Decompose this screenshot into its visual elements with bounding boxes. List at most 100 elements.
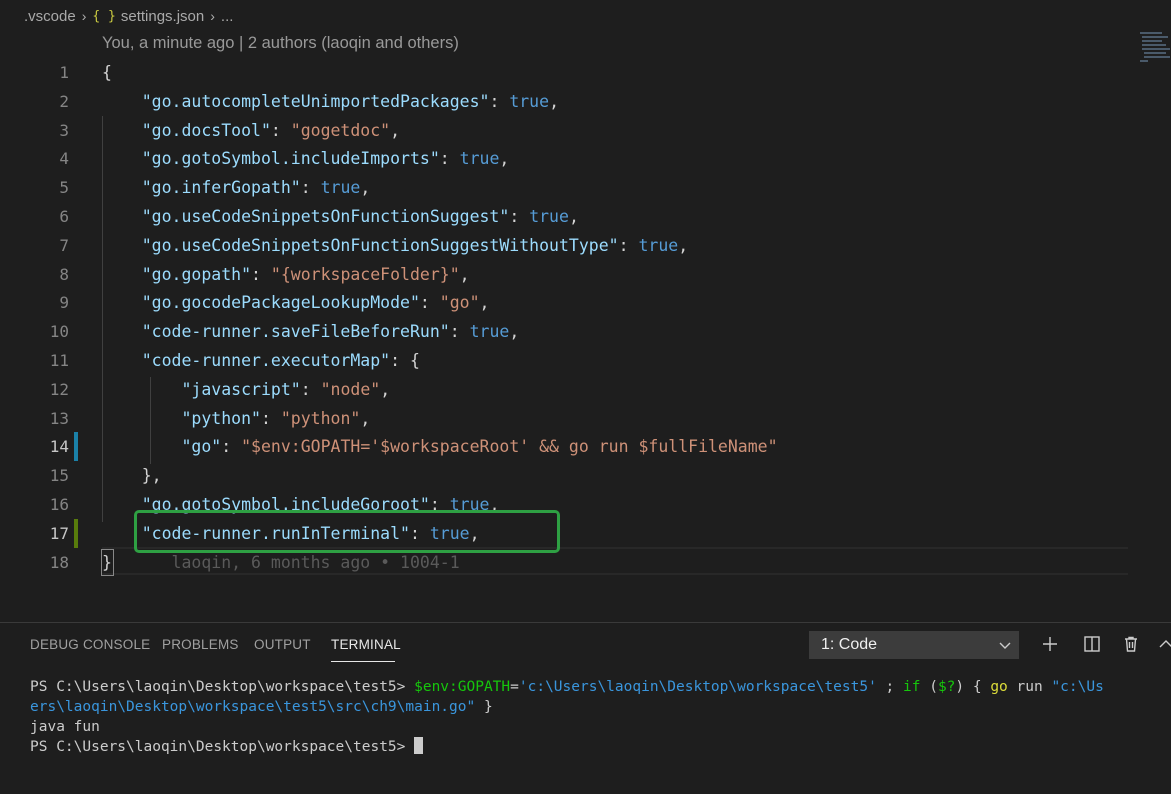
code-token: "go.useCodeSnippetsOnFunctionSuggestWith… bbox=[141, 235, 619, 255]
code-text: "go.docsTool": "gogetdoc", bbox=[102, 116, 400, 145]
code-token: "$env:GOPATH='$workspaceRoot' && go run … bbox=[241, 437, 778, 457]
terminal-cursor bbox=[414, 737, 424, 754]
active-tab-indicator bbox=[331, 661, 395, 662]
code-token: "code-runner.saveFileBeforeRun" bbox=[141, 322, 450, 342]
code-text: "code-runner.saveFileBeforeRun": true, bbox=[102, 317, 520, 346]
code-line[interactable]: 2 "go.autocompleteUnimportedPackages": t… bbox=[0, 87, 1140, 116]
code-token: : bbox=[260, 408, 281, 428]
code-line[interactable]: 13 "python": "python", bbox=[0, 404, 1140, 433]
split-icon[interactable] bbox=[1081, 633, 1103, 655]
code-token: "go.useCodeSnippetsOnFunctionSuggest" bbox=[141, 207, 510, 226]
code-text: }, bbox=[102, 461, 162, 490]
chevron-up-icon[interactable] bbox=[1155, 633, 1171, 655]
code-line[interactable]: 6 "go.useCodeSnippetsOnFunctionSuggest":… bbox=[0, 202, 1140, 231]
code-token: "go.gotoSymbol.includeImports" bbox=[141, 149, 440, 169]
code-text: "python": "python", bbox=[102, 404, 370, 433]
code-token: { bbox=[102, 63, 112, 82]
code-token: : bbox=[251, 264, 271, 284]
terminal-line: ers\laoqin\Desktop\workspace\test5\src\c… bbox=[30, 697, 493, 717]
breadcrumb-file[interactable]: settings.json bbox=[121, 8, 204, 25]
tab-output[interactable]: OUTPUT bbox=[254, 637, 311, 652]
line-number: 4 bbox=[59, 149, 69, 169]
code-token: "go.docsTool" bbox=[141, 120, 271, 140]
code-token: : bbox=[300, 379, 321, 399]
code-text: "go.gopath": "{workspaceFolder}", bbox=[102, 260, 470, 289]
plus-icon[interactable] bbox=[1039, 633, 1061, 655]
terminal-token: PS C:\Users\laoqin\Desktop\workspace\tes… bbox=[30, 679, 415, 695]
code-line[interactable]: 9 "go.gocodePackageLookupMode": "go", bbox=[0, 288, 1140, 317]
tab-debug-console[interactable]: DEBUG CONSOLE bbox=[30, 637, 150, 652]
terminal-token: ) { bbox=[955, 679, 991, 695]
code-token: : bbox=[221, 437, 242, 457]
json-file-icon: { } bbox=[92, 8, 116, 24]
code-line[interactable]: 5 "go.inferGopath": true, bbox=[0, 173, 1140, 202]
code-text: "code-runner.executorMap": { bbox=[102, 346, 420, 375]
chevron-right-icon: › bbox=[210, 8, 215, 24]
line-number: 18 bbox=[49, 552, 69, 572]
git-codelens[interactable]: You, a minute ago | 2 authors (laoqin an… bbox=[102, 34, 459, 53]
line-number: 16 bbox=[49, 495, 69, 514]
line-number: 9 bbox=[59, 293, 69, 313]
code-token: "gogetdoc" bbox=[290, 120, 391, 140]
code-token: true bbox=[529, 207, 569, 226]
code-token: , bbox=[479, 293, 490, 313]
bottom-panel: DEBUG CONSOLE PROBLEMS OUTPUT TERMINAL 1… bbox=[0, 623, 1171, 794]
breadcrumb-folder[interactable]: .vscode bbox=[24, 8, 76, 25]
git-change-marker bbox=[74, 432, 78, 462]
code-token: "go.gocodePackageLookupMode" bbox=[141, 293, 420, 313]
breadcrumb: .vscode › { } settings.json › ... bbox=[0, 0, 724, 32]
code-line[interactable]: 10 "code-runner.saveFileBeforeRun": true… bbox=[0, 317, 1140, 346]
code-line[interactable]: 1{ bbox=[0, 58, 1140, 87]
tab-terminal[interactable]: TERMINAL bbox=[331, 637, 401, 652]
code-token: , bbox=[549, 91, 559, 111]
line-number: 11 bbox=[49, 351, 69, 370]
code-line[interactable]: 12 "javascript": "node", bbox=[0, 375, 1140, 404]
code-token: true bbox=[638, 235, 679, 255]
line-number: 12 bbox=[49, 379, 69, 399]
line-number: 1 bbox=[59, 63, 69, 82]
code-token: : bbox=[419, 293, 440, 313]
code-token: } bbox=[102, 552, 112, 572]
code-line[interactable]: 3 "go.docsTool": "gogetdoc", bbox=[0, 116, 1140, 145]
code-line[interactable]: 8 "go.gopath": "{workspaceFolder}", bbox=[0, 260, 1140, 289]
code-line[interactable]: 14 "go": "$env:GOPATH='$workspaceRoot' &… bbox=[0, 432, 1140, 462]
code-token: "go" bbox=[181, 437, 222, 457]
code-line[interactable]: 7 "go.useCodeSnippetsOnFunctionSuggestWi… bbox=[0, 231, 1140, 260]
terminal-token: if bbox=[903, 679, 921, 695]
code-token: : { bbox=[390, 351, 420, 370]
code-line[interactable]: 15 }, bbox=[0, 461, 1140, 490]
terminal-select[interactable]: 1: Code bbox=[809, 631, 1019, 659]
line-number: 13 bbox=[49, 408, 69, 428]
line-number: 14 bbox=[49, 437, 69, 457]
code-text: "go.inferGopath": true, bbox=[102, 173, 371, 202]
terminal-select-value: 1: Code bbox=[821, 636, 878, 653]
minimap[interactable] bbox=[1138, 30, 1171, 64]
code-token: : bbox=[270, 120, 291, 140]
tab-problems[interactable]: PROBLEMS bbox=[162, 637, 239, 652]
code-token: }, bbox=[102, 466, 162, 486]
code-token: "go.autocompleteUnimportedPackages" bbox=[141, 91, 490, 111]
code-line[interactable]: 4 "go.gotoSymbol.includeImports": true, bbox=[0, 144, 1140, 173]
line-number: 3 bbox=[59, 120, 69, 140]
breadcrumb-more[interactable]: ... bbox=[221, 8, 234, 25]
code-line[interactable]: 11 "code-runner.executorMap": { bbox=[0, 346, 1140, 375]
trash-icon[interactable] bbox=[1120, 633, 1142, 655]
chevron-down-icon bbox=[999, 642, 1011, 649]
code-token: "go.gopath" bbox=[141, 264, 252, 284]
code-token: : bbox=[509, 207, 530, 226]
terminal-token: ; bbox=[876, 679, 903, 695]
terminal-token: go bbox=[990, 679, 1008, 695]
code-token: "python" bbox=[181, 408, 261, 428]
code-token: , bbox=[360, 178, 371, 198]
terminal-line: PS C:\Users\laoqin\Desktop\workspace\tes… bbox=[30, 737, 424, 757]
